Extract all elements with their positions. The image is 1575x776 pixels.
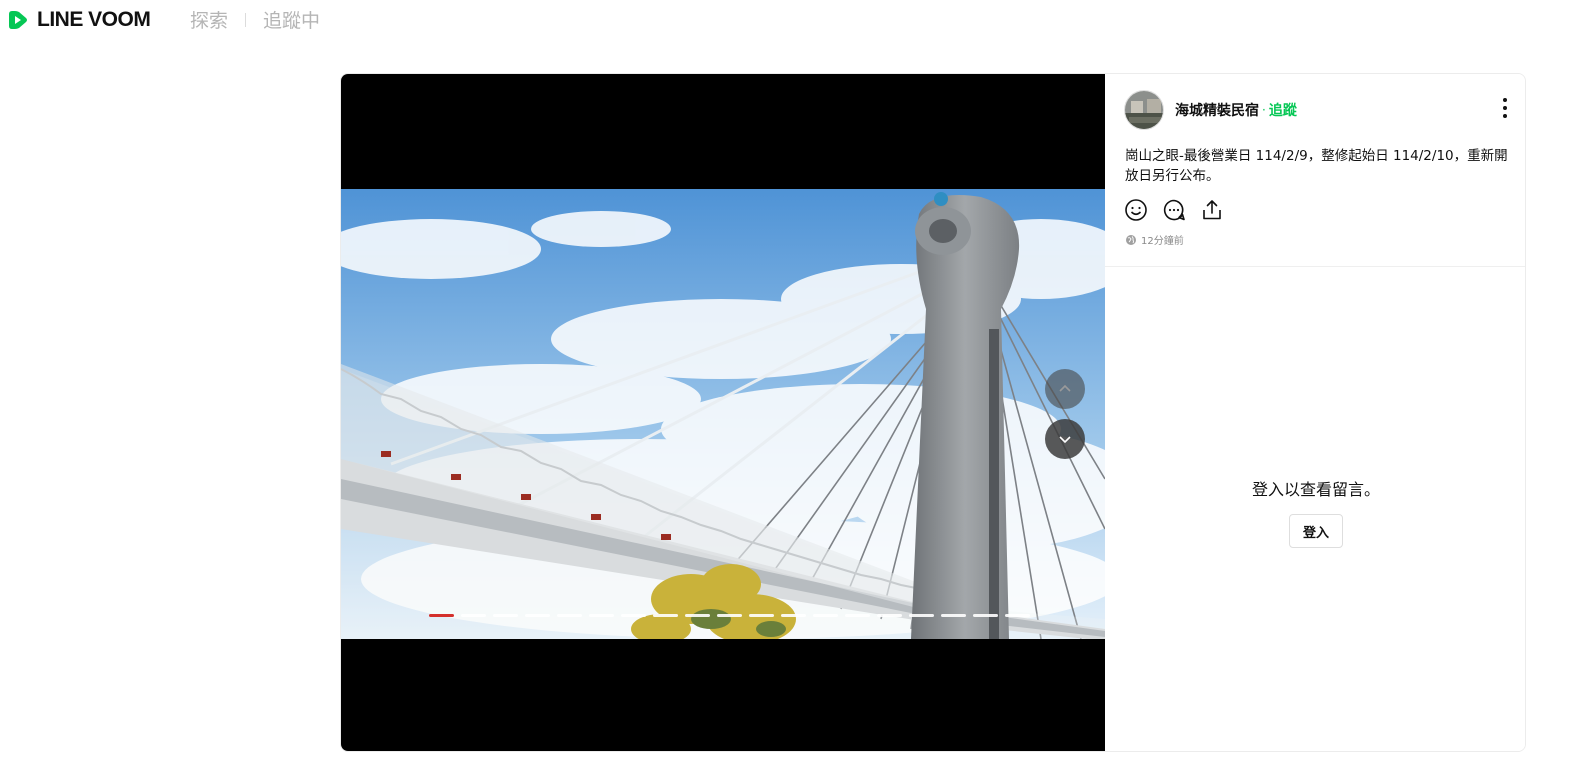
progress-segment bbox=[589, 614, 614, 617]
comments-divider bbox=[1105, 266, 1525, 267]
post-meta: 12分鐘前 bbox=[1125, 232, 1184, 247]
author-header: 海城精裝民宿 · 追蹤 bbox=[1124, 90, 1297, 130]
chevron-down-icon bbox=[1059, 436, 1071, 444]
login-button[interactable]: 登入 bbox=[1289, 514, 1343, 548]
line-voom-logo[interactable]: LINE VOOM bbox=[7, 8, 151, 32]
post-text: 崗山之眼-最後營業日 114/2/9，整修起始日 114/2/10，重新開放日另… bbox=[1125, 148, 1508, 184]
progress-segment bbox=[845, 614, 870, 617]
more-dot-icon bbox=[1503, 98, 1507, 102]
play-logo-icon bbox=[9, 11, 27, 29]
progress-segment bbox=[941, 614, 966, 617]
progress-segment bbox=[461, 614, 486, 617]
progress-segment bbox=[525, 614, 550, 617]
previous-post-button[interactable] bbox=[1045, 369, 1085, 409]
comment-icon[interactable] bbox=[1162, 198, 1186, 222]
progress-segment bbox=[685, 614, 710, 617]
tab-following[interactable]: 追蹤中 bbox=[263, 6, 320, 33]
share-icon[interactable] bbox=[1200, 198, 1224, 222]
separator-dot: · bbox=[1262, 103, 1266, 117]
progress-segment bbox=[557, 614, 582, 617]
login-to-view-comments-message: 登入以查看留言。 bbox=[1251, 480, 1380, 499]
smile-icon[interactable] bbox=[1124, 198, 1148, 222]
globe-icon bbox=[1126, 234, 1136, 245]
tab-explore[interactable]: 探索 bbox=[190, 6, 228, 33]
follow-button[interactable]: 追蹤 bbox=[1269, 100, 1297, 120]
bridge-photo-image bbox=[341, 189, 1105, 639]
post-photo[interactable] bbox=[341, 189, 1105, 639]
progress-segment bbox=[429, 614, 454, 617]
brand-name: LINE VOOM bbox=[37, 8, 151, 31]
nav-divider bbox=[245, 12, 247, 27]
more-dot-icon bbox=[1503, 114, 1507, 118]
slide-progress-indicator bbox=[429, 614, 1030, 617]
author-avatar[interactable] bbox=[1124, 90, 1164, 130]
progress-segment bbox=[717, 614, 742, 617]
progress-segment bbox=[653, 614, 678, 617]
progress-segment bbox=[909, 614, 934, 617]
progress-segment bbox=[877, 614, 902, 617]
main-nav: 探索 追蹤中 bbox=[190, 6, 320, 33]
top-header: LINE VOOM 探索 追蹤中 bbox=[0, 0, 1575, 40]
media-viewer[interactable] bbox=[341, 74, 1105, 751]
progress-segment bbox=[1005, 614, 1030, 617]
progress-segment bbox=[493, 614, 518, 617]
next-post-button[interactable] bbox=[1045, 419, 1085, 459]
progress-segment bbox=[973, 614, 998, 617]
more-options-button[interactable] bbox=[1499, 98, 1511, 118]
progress-segment bbox=[813, 614, 838, 617]
post-details-panel: 海城精裝民宿 · 追蹤 崗山之眼-最後營業日 114/2/9，整修起始日 114… bbox=[1105, 74, 1525, 751]
progress-segment bbox=[621, 614, 646, 617]
more-dot-icon bbox=[1503, 106, 1507, 110]
post-actions bbox=[1124, 198, 1224, 222]
progress-segment bbox=[749, 614, 774, 617]
progress-segment bbox=[781, 614, 806, 617]
chevron-up-icon bbox=[1059, 384, 1071, 392]
avatar-image bbox=[1125, 91, 1163, 129]
post-card: 海城精裝民宿 · 追蹤 崗山之眼-最後營業日 114/2/9，整修起始日 114… bbox=[340, 73, 1526, 752]
post-time: 12分鐘前 bbox=[1141, 236, 1184, 247]
author-name[interactable]: 海城精裝民宿 bbox=[1175, 100, 1259, 120]
